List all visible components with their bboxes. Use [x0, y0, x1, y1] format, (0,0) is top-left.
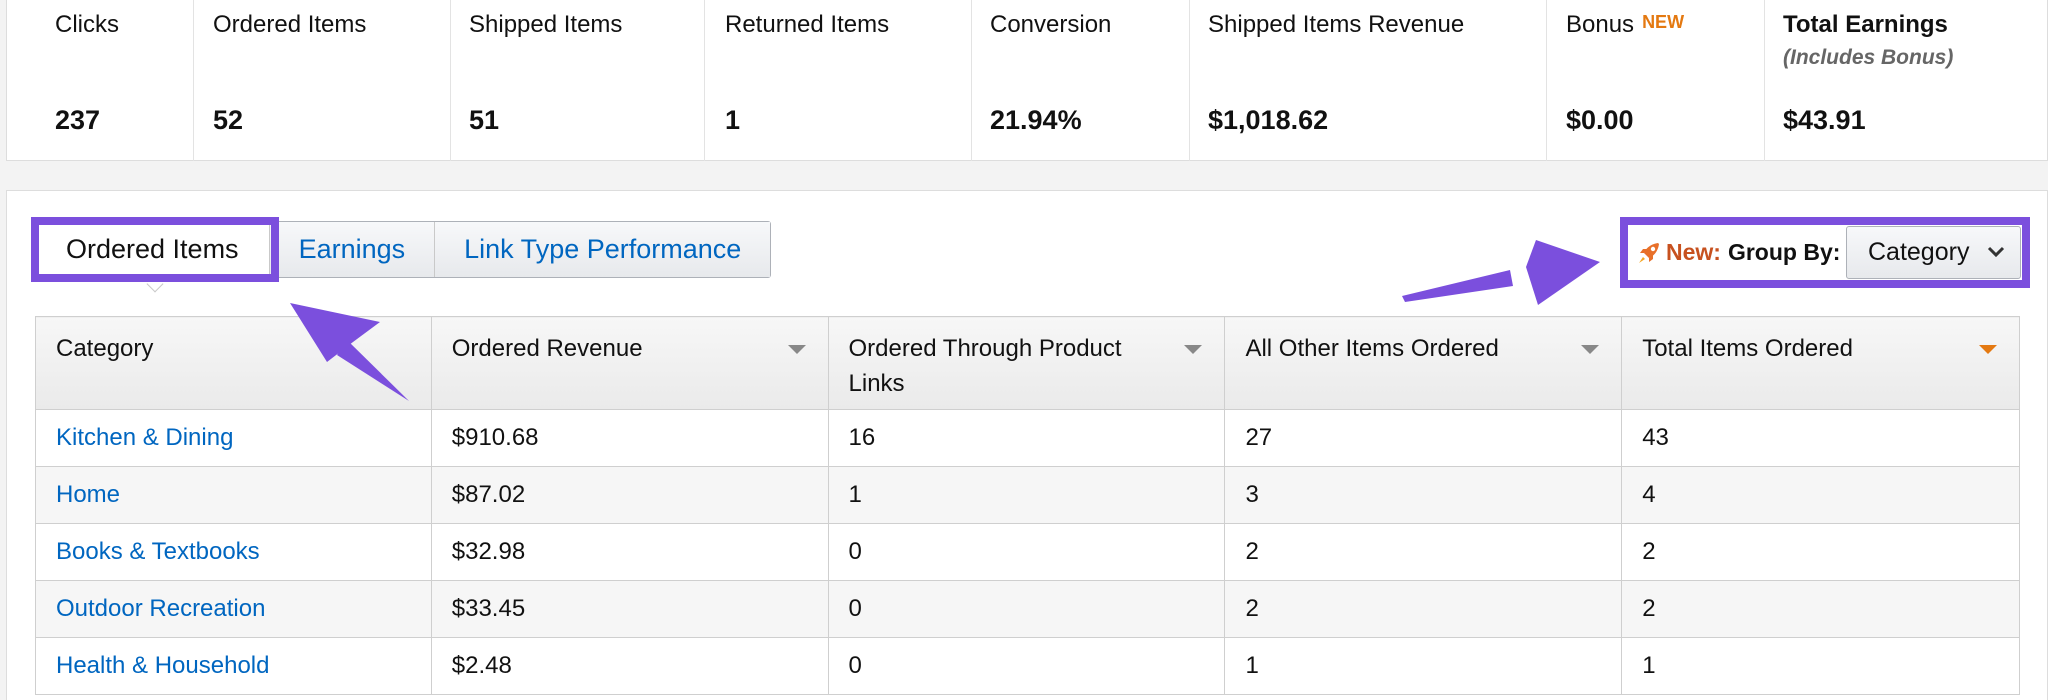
new-badge: NEW — [1642, 12, 1685, 32]
cell-category: Health & Household — [35, 637, 432, 695]
cell-other-items: 2 — [1224, 580, 1623, 638]
header-all-other-items[interactable]: All Other Items Ordered — [1224, 316, 1623, 410]
metric-bonus: Bonus NEW $0.00 — [1547, 0, 1765, 161]
metric-value: 21.94% — [990, 105, 1082, 135]
metric-value: 1 — [725, 105, 741, 135]
metric-label: Clicks — [55, 11, 119, 38]
header-ordered-revenue[interactable]: Ordered Revenue — [430, 316, 829, 410]
group-by-label: Group By: — [1727, 239, 1841, 265]
metric-label: Total Earnings — [1783, 11, 1948, 38]
metric-value: $1,018.62 — [1208, 105, 1329, 135]
metric-clicks: Clicks 237 — [7, 0, 194, 161]
summary-strip: Clicks 237 Ordered Items 52 Shipped Item… — [6, 0, 2048, 161]
metric-sublabel: (Includes Bonus) — [1783, 46, 1954, 69]
cell-other-items: 3 — [1224, 466, 1623, 524]
cell-through-links: 16 — [827, 409, 1226, 467]
table-header-row: Category Ordered Revenue Ordered Through… — [35, 316, 2020, 410]
metric-value: $43.91 — [1783, 105, 1866, 135]
cell-through-links: 1 — [827, 466, 1226, 524]
tab-link-type-performance[interactable]: Link Type Performance — [435, 222, 771, 277]
cell-category: Books & Textbooks — [35, 523, 432, 581]
cell-ordered-revenue: $32.98 — [430, 523, 829, 581]
table-row: Books & Textbooks $32.98 0 2 2 — [35, 523, 2020, 581]
metric-total-earnings: Total Earnings (Includes Bonus) $43.91 — [1765, 0, 2029, 161]
category-link[interactable]: Health & Household — [56, 652, 269, 679]
header-label: All Other Items Ordered — [1245, 335, 1499, 362]
cell-total-items: 1 — [1621, 637, 2020, 695]
metric-label: Bonus NEW — [1547, 11, 1684, 39]
group-by-new-label: New: — [1666, 239, 1721, 265]
category-link[interactable]: Outdoor Recreation — [56, 595, 265, 622]
cell-through-links: 0 — [827, 523, 1226, 581]
header-label: Total Items Ordered — [1642, 335, 1853, 362]
group-by-control: New: Group By: Category — [1620, 217, 2030, 288]
metric-value: 52 — [213, 105, 244, 135]
cell-through-links: 0 — [827, 580, 1226, 638]
sort-arrow-icon — [1184, 345, 1203, 354]
table-row: Home $87.02 1 3 4 — [35, 466, 2020, 524]
tab-ordered-items[interactable]: Ordered Items — [36, 222, 270, 277]
sort-arrow-icon — [1581, 345, 1600, 354]
sort-arrow-icon — [787, 345, 806, 354]
metric-label: Ordered Items — [213, 11, 367, 38]
metric-returned: Returned Items 1 — [705, 0, 972, 161]
metric-revenue: Shipped Items Revenue $1,018.62 — [1190, 0, 1547, 161]
cell-ordered-revenue: $33.45 — [430, 580, 829, 638]
cell-total-items: 4 — [1621, 466, 2020, 524]
cell-category: Kitchen & Dining — [35, 409, 432, 467]
metric-conversion: Conversion 21.94% — [972, 0, 1190, 161]
table-row: Outdoor Recreation $33.45 0 2 2 — [35, 580, 2020, 638]
header-total-items[interactable]: Total Items Ordered — [1621, 316, 2020, 410]
group-by-select[interactable]: Category — [1846, 226, 2021, 279]
cell-ordered-revenue: $910.68 — [430, 409, 829, 467]
metric-label: Conversion — [990, 11, 1112, 38]
metric-value: $0.00 — [1566, 105, 1634, 135]
cell-other-items: 1 — [1224, 637, 1623, 695]
cell-total-items: 2 — [1621, 523, 2020, 581]
cell-total-items: 43 — [1621, 409, 2020, 467]
table-row: Kitchen & Dining $910.68 16 27 43 — [35, 409, 2020, 467]
group-by-selected-value: Category — [1868, 238, 1970, 266]
cell-ordered-revenue: $87.02 — [430, 466, 829, 524]
category-link[interactable]: Kitchen & Dining — [56, 424, 233, 451]
metric-ordered: Ordered Items 52 — [194, 0, 451, 161]
header-ordered-through-links[interactable]: Ordered Through Product Links — [827, 316, 1226, 410]
bonus-label: Bonus — [1566, 11, 1635, 38]
tab-earnings[interactable]: Earnings — [269, 222, 436, 277]
report-tabs: Ordered Items Earnings Link Type Perform… — [35, 221, 772, 278]
metric-label: Returned Items — [725, 11, 890, 38]
cell-ordered-revenue: $2.48 — [430, 637, 829, 695]
header-category[interactable]: Category — [35, 316, 432, 410]
chevron-down-icon — [1987, 246, 2005, 258]
rocket-icon — [1639, 242, 1659, 263]
metric-value: 237 — [55, 105, 101, 135]
cell-other-items: 2 — [1224, 523, 1623, 581]
header-label: Ordered Through Product Links — [848, 335, 1122, 397]
cell-category: Home — [35, 466, 432, 524]
metric-value: 51 — [469, 105, 500, 135]
metric-shipped: Shipped Items 51 — [451, 0, 705, 161]
table-row: Health & Household $2.48 0 1 1 — [35, 637, 2020, 695]
sort-arrow-active-icon — [1979, 345, 1997, 354]
metric-label: Shipped Items Revenue — [1208, 11, 1465, 38]
cell-total-items: 2 — [1621, 580, 2020, 638]
cell-through-links: 0 — [827, 637, 1226, 695]
cell-other-items: 27 — [1224, 409, 1623, 467]
cell-category: Outdoor Recreation — [35, 580, 432, 638]
category-table: Category Ordered Revenue Ordered Through… — [35, 316, 2020, 695]
category-link[interactable]: Books & Textbooks — [56, 538, 260, 565]
metric-label: Shipped Items — [469, 11, 623, 38]
header-label: Ordered Revenue — [451, 335, 643, 362]
category-link[interactable]: Home — [56, 481, 120, 508]
